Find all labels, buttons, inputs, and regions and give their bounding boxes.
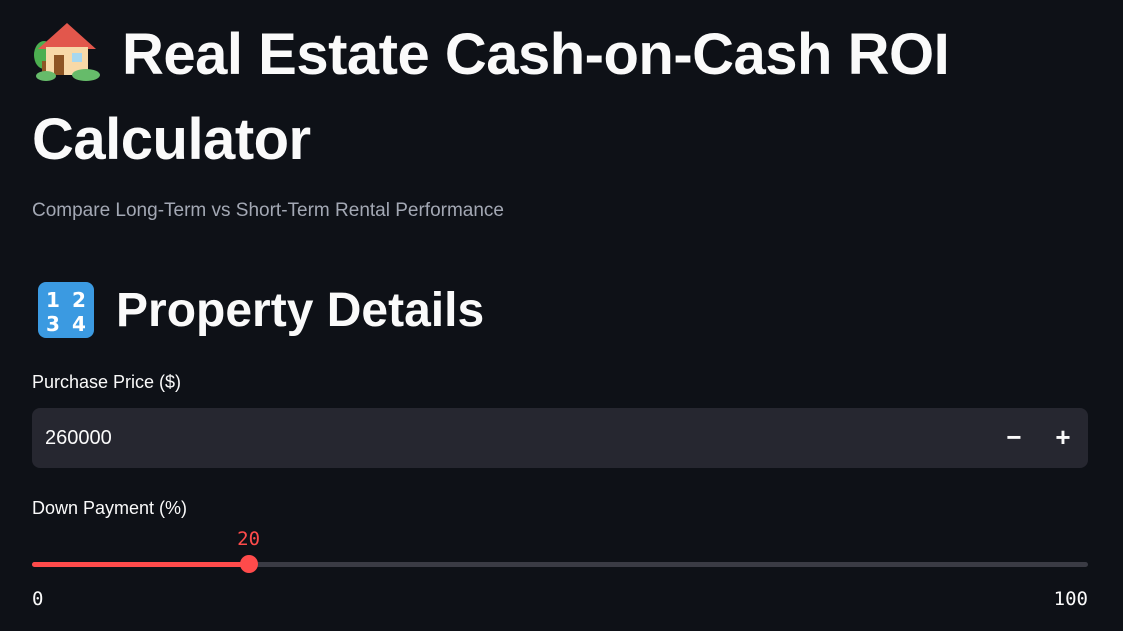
svg-text:1: 1 (46, 288, 60, 312)
section-heading: 1 2 3 4 Property Details (38, 280, 484, 342)
down-payment-slider-track[interactable] (32, 562, 1088, 567)
main-container: Real Estate Cash-on-Cash ROI Calculator … (0, 0, 1123, 631)
slider-fill (32, 562, 249, 567)
page-title: Real Estate Cash-on-Cash ROI Calculator (32, 16, 1092, 179)
svg-text:2: 2 (72, 288, 86, 312)
decrement-button[interactable]: − (992, 408, 1036, 468)
input-numbers-icon: 1 2 3 4 (38, 282, 94, 339)
section-heading-text: Property Details (116, 284, 485, 337)
down-payment-slider-thumb[interactable] (239, 555, 258, 573)
slider-min-label: 0 (32, 588, 44, 610)
page-title-text: Real Estate Cash-on-Cash ROI Calculator (32, 22, 950, 172)
house-with-garden-icon (32, 17, 102, 101)
slider-current-value: 20 (237, 528, 261, 550)
increment-button[interactable]: + (1041, 408, 1085, 468)
page-subtitle: Compare Long-Term vs Short-Term Rental P… (32, 200, 505, 221)
svg-text:3: 3 (46, 312, 60, 336)
slider-max-label: 100 (1053, 588, 1088, 610)
purchase-price-value[interactable]: 260000 (45, 408, 112, 468)
purchase-price-label: Purchase Price ($) (32, 372, 182, 392)
down-payment-label: Down Payment (%) (32, 498, 188, 518)
purchase-price-input[interactable]: 260000 − + (32, 408, 1088, 468)
svg-text:4: 4 (72, 312, 86, 336)
